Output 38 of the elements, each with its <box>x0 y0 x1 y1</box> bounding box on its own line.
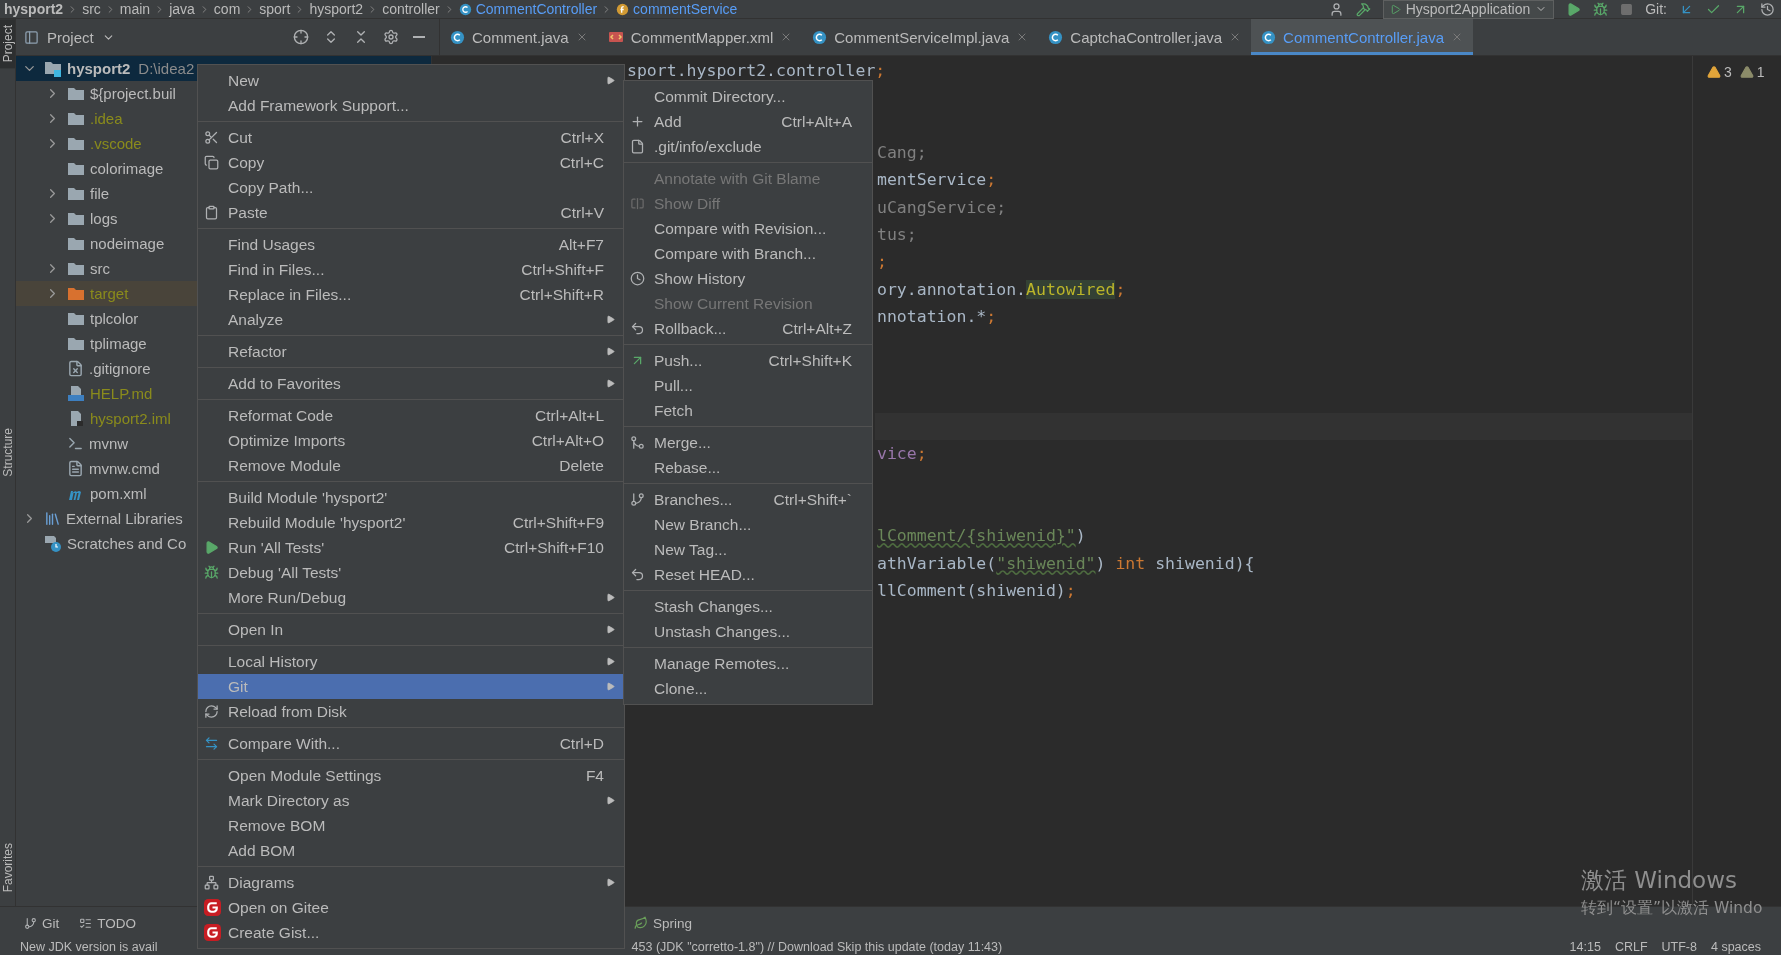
tree-label: ${project.buil <box>90 85 176 102</box>
activation-hint: 转到“设置”以激活 Windo <box>1581 898 1763 919</box>
git-label: Git: <box>1645 1 1667 17</box>
code-line: uCangService; <box>877 198 1007 217</box>
code-line: nnotation.*; <box>877 308 997 327</box>
tree-label: target <box>90 285 129 302</box>
code-line: ; <box>877 253 887 272</box>
code-line: vice; <box>877 445 927 464</box>
tree-label: pom.xml <box>90 485 147 502</box>
tree-label: hysport2.iml <box>90 410 171 427</box>
tree-label: tplimage <box>90 335 147 352</box>
code-line: llComment(shiwenid); <box>877 582 1076 601</box>
tree-label: colorimage <box>90 160 164 177</box>
tree-label: mvnw.cmd <box>89 460 160 477</box>
tree-path: D:\idea2 <box>138 60 195 77</box>
tree-label: .vscode <box>90 135 142 152</box>
activation-title: 激活 Windows <box>1581 866 1738 895</box>
code-line: Cang; <box>877 143 927 162</box>
tree-label: .gitignore <box>89 360 151 377</box>
status-message: New JDK version is avail <box>20 940 158 954</box>
tree-label: Scratches and Co <box>67 535 187 552</box>
update-notice: 453 (JDK "corretto-1.8") // Download Skip this update (today 11:43) <box>631 940 1003 954</box>
tree-label: HELP.md <box>90 385 153 402</box>
tree-label: mvnw <box>89 435 129 452</box>
tree-label: tplcolor <box>90 310 139 327</box>
tree-label: .idea <box>90 110 123 127</box>
tree-label: file <box>90 185 110 202</box>
code-line: tus; <box>877 226 917 245</box>
code-line: sport.hysport2.controller; <box>627 61 886 80</box>
code-line: ory.annotation.Autowired; <box>877 280 1126 299</box>
tree-label: nodeimage <box>90 235 165 252</box>
tree-label: External Libraries <box>66 510 183 527</box>
code-line: lComment/{shiwenid}") <box>877 527 1086 546</box>
code-line: athVariable("shiwenid") int shiwenid){ <box>877 554 1255 573</box>
code-line: mentService; <box>877 171 997 190</box>
tree-label: logs <box>90 210 118 227</box>
tree-label: hysport2 <box>67 60 131 77</box>
tree-label: src <box>90 260 110 277</box>
